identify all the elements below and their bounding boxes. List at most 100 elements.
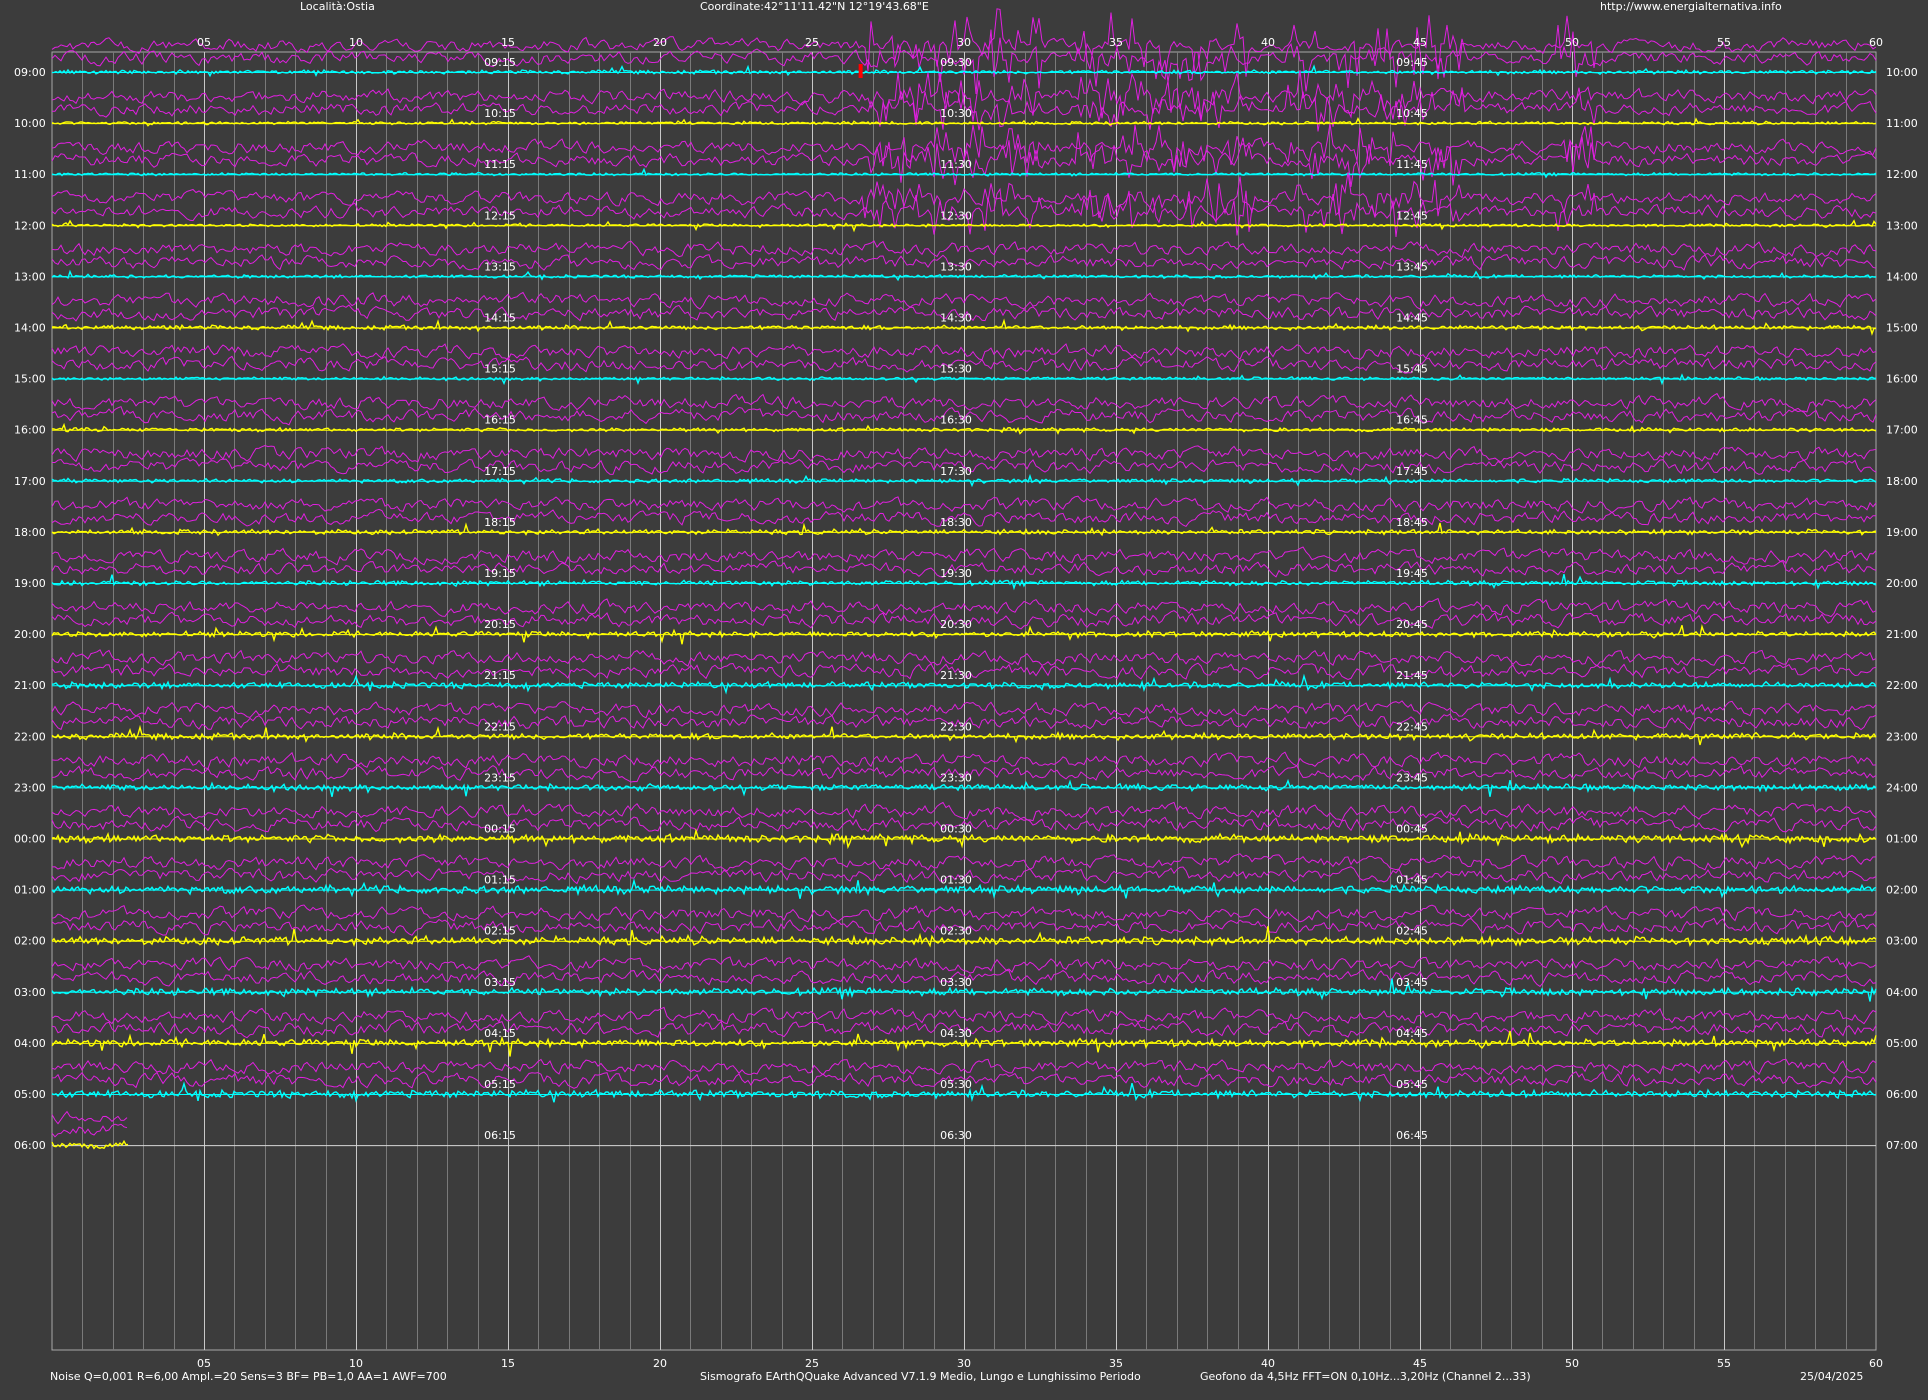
bottom-tick-label: 40 [1261,1357,1275,1370]
top-tick-label: 50 [1565,36,1579,49]
quarter-time-label: 12:45 [1396,209,1428,222]
bottom-tick-label: 45 [1413,1357,1427,1370]
sensor-info: Geofono da 4,5Hz FFT=ON 0,10Hz...3,20Hz … [1200,1370,1531,1383]
quarter-time-label: 22:45 [1396,720,1428,733]
quarter-time-label: 15:15 [484,363,516,376]
quarter-time-label: 02:15 [484,925,516,938]
quarter-time-label: 03:30 [940,976,972,989]
quarter-time-label: 02:45 [1396,925,1428,938]
left-hour-label: 01:00 [14,884,46,897]
left-hour-label: 14:00 [14,322,46,335]
right-hour-label: 06:00 [1886,1088,1918,1101]
top-tick-label: 10 [349,36,363,49]
quarter-time-label: 04:30 [940,1027,972,1040]
quarter-time-label: 12:30 [940,209,972,222]
quarter-time-label: 19:30 [940,567,972,580]
left-hour-label: 12:00 [14,219,46,232]
right-hour-label: 23:00 [1886,730,1918,743]
top-tick-label: 60 [1869,36,1883,49]
quarter-time-label: 11:30 [940,158,972,171]
right-hour-label: 03:00 [1886,935,1918,948]
quarter-time-label: 02:30 [940,925,972,938]
quarter-time-label: 05:30 [940,1078,972,1091]
right-hour-label: 13:00 [1886,219,1918,232]
bottom-tick-label: 20 [653,1357,667,1370]
right-hour-label: 16:00 [1886,373,1918,386]
bottom-tick-label: 35 [1109,1357,1123,1370]
bottom-tick-label: 05 [197,1357,211,1370]
right-hour-label: 17:00 [1886,424,1918,437]
left-hour-label: 13:00 [14,270,46,283]
quarter-time-label: 14:15 [484,312,516,325]
right-hour-label: 14:00 [1886,270,1918,283]
quarter-time-label: 10:15 [484,107,516,120]
quarter-time-label: 14:45 [1396,312,1428,325]
right-hour-label: 01:00 [1886,833,1918,846]
quarter-time-label: 20:30 [940,618,972,631]
quarter-time-label: 19:45 [1396,567,1428,580]
left-hour-label: 00:00 [14,833,46,846]
bottom-tick-label: 60 [1869,1357,1883,1370]
magenta-trace-lower [51,1123,128,1138]
top-tick-label: 05 [197,36,211,49]
quarter-time-label: 03:15 [484,976,516,989]
quarter-time-label: 15:45 [1396,363,1428,376]
quarter-time-label: 13:15 [484,260,516,273]
quarter-time-label: 17:15 [484,465,516,478]
quarter-time-label: 01:15 [484,874,516,887]
event-marker [858,64,863,78]
quarter-time-label: 17:45 [1396,465,1428,478]
left-hour-label: 11:00 [14,168,46,181]
left-hour-label: 02:00 [14,935,46,948]
quarter-time-label: 16:30 [940,414,972,427]
quarter-time-label: 23:30 [940,771,972,784]
quarter-time-label: 04:15 [484,1027,516,1040]
quarter-time-label: 18:15 [484,516,516,529]
left-hour-label: 09:00 [14,66,46,79]
quarter-time-label: 23:45 [1396,771,1428,784]
left-hour-label: 21:00 [14,679,46,692]
right-hour-label: 20:00 [1886,577,1918,590]
record-date: 25/04/2025 [1800,1370,1864,1383]
quarter-time-label: 20:45 [1396,618,1428,631]
top-tick-label: 45 [1413,36,1427,49]
quarter-time-label: 09:30 [940,56,972,69]
left-hour-label: 22:00 [14,730,46,743]
right-hour-label: 22:00 [1886,679,1918,692]
left-hour-label: 19:00 [14,577,46,590]
right-hour-label: 10:00 [1886,66,1918,79]
left-hour-label: 18:00 [14,526,46,539]
bottom-tick-label: 15 [501,1357,515,1370]
quarter-time-label: 01:45 [1396,874,1428,887]
top-tick-label: 15 [501,36,515,49]
left-hour-label: 16:00 [14,424,46,437]
processing-parameters: Noise Q=0,001 R=6,00 Ampl.=20 Sens=3 BF=… [50,1370,447,1383]
top-tick-label: 35 [1109,36,1123,49]
quarter-time-label: 00:15 [484,823,516,836]
left-hour-label: 03:00 [14,986,46,999]
left-hour-label: 04:00 [14,1037,46,1050]
quarter-time-label: 21:30 [940,669,972,682]
quarter-time-label: 22:15 [484,720,516,733]
right-hour-label: 05:00 [1886,1037,1918,1050]
left-hour-label: 23:00 [14,781,46,794]
quarter-time-label: 17:30 [940,465,972,478]
top-tick-label: 55 [1717,36,1731,49]
quarter-time-label: 09:15 [484,56,516,69]
right-hour-label: 18:00 [1886,475,1918,488]
bottom-tick-label: 30 [957,1357,971,1370]
quarter-time-label: 09:45 [1396,56,1428,69]
left-hour-label: 10:00 [14,117,46,130]
quarter-time-label: 11:45 [1396,158,1428,171]
quarter-time-label: 22:30 [940,720,972,733]
right-hour-label: 02:00 [1886,884,1918,897]
bottom-tick-label: 50 [1565,1357,1579,1370]
left-hour-label: 05:00 [14,1088,46,1101]
quarter-time-label: 20:15 [484,618,516,631]
quarter-time-label: 05:15 [484,1078,516,1091]
top-tick-label: 40 [1261,36,1275,49]
quarter-time-label: 12:15 [484,209,516,222]
right-hour-label: 11:00 [1886,117,1918,130]
left-hour-label: 20:00 [14,628,46,641]
software-name: Sismografo EArthQQuake Advanced V7.1.9 M… [700,1370,1141,1383]
